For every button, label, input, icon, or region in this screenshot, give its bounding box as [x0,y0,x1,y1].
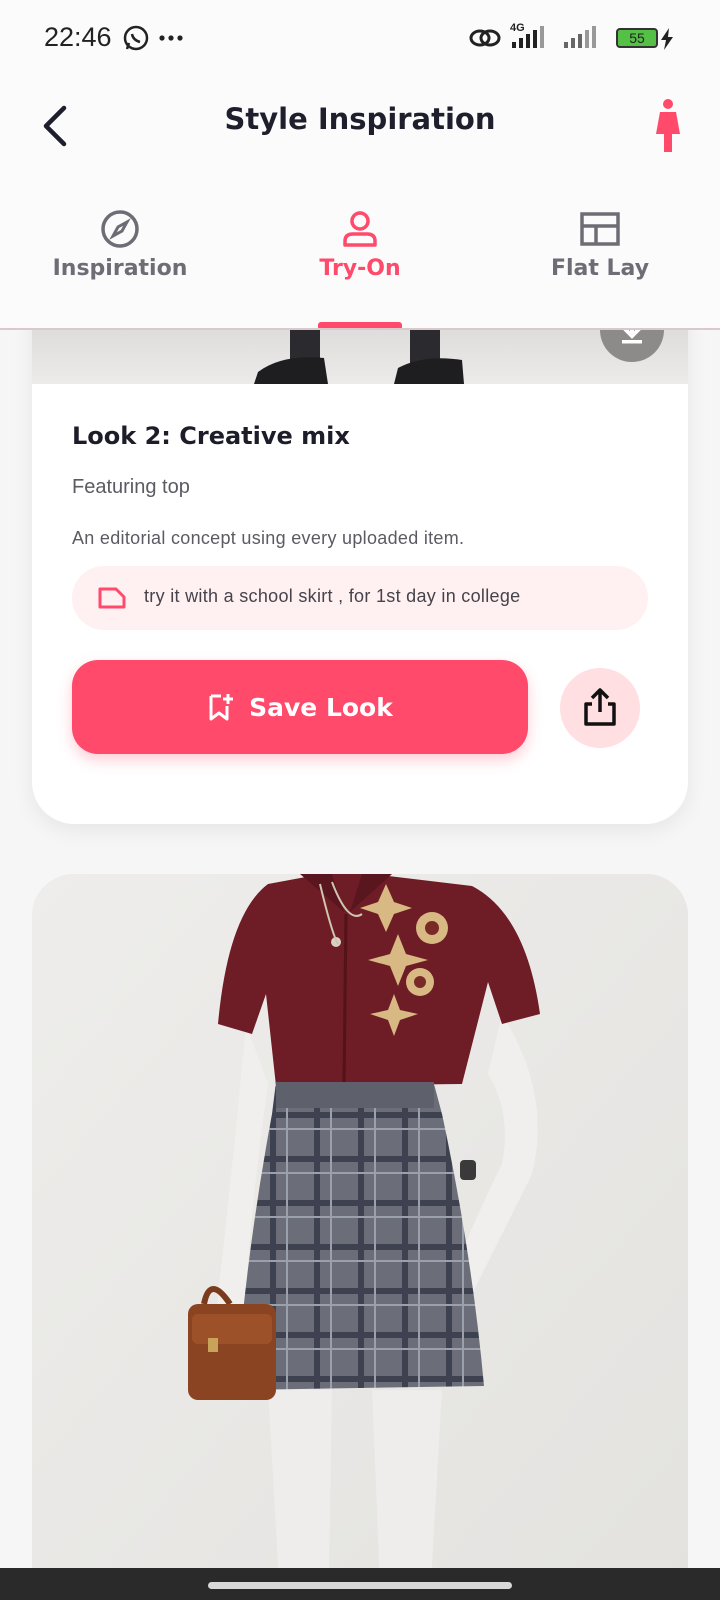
share-button[interactable] [560,668,640,748]
layout-icon [580,212,620,246]
status-bar: 22:46 4G 55 [0,0,720,78]
person-figure-icon [656,99,680,152]
tab-inspiration[interactable]: Inspiration [20,208,220,281]
status-time: 22:46 [44,22,112,52]
link-icon [468,24,502,56]
look-description: An editorial concept using every uploade… [72,528,465,548]
signal-4g-icon: 4G [508,20,554,56]
tab-inspiration-label: Inspiration [52,256,188,281]
mannequin-outfit-photo [32,874,688,1568]
charging-icon [660,28,674,54]
person-icon [343,211,377,247]
look-photo-card[interactable] [32,874,688,1568]
save-look-label: Save Look [249,693,393,722]
app-bar: Style Inspiration [0,78,720,178]
model-button[interactable] [646,96,690,156]
tab-flat-lay[interactable]: Flat Lay [500,208,700,281]
save-look-button[interactable]: Save Look [72,660,528,754]
signal-icon [562,20,598,56]
tab-bar: Inspiration Try-On Flat Lay [0,178,720,330]
tab-indicator [318,322,402,328]
page-title: Style Inspiration [224,102,496,136]
look-image [32,330,688,384]
system-nav-bar [0,1568,720,1600]
look-feature: Featuring top [72,476,190,498]
home-indicator[interactable] [208,1582,512,1589]
label-tag-icon [98,586,126,614]
share-icon [584,688,616,726]
look-card: Look 2: Creative mix Featuring top An ed… [32,330,688,824]
svg-text:4G: 4G [510,22,525,34]
bookmark-add-icon [209,694,234,721]
download-icon [622,330,642,344]
tab-try-on[interactable]: Try-On [260,208,460,281]
look-title: Look 2: Creative mix [72,422,350,450]
download-button[interactable] [600,330,664,362]
prompt-text: try it with a school skirt , for 1st day… [144,586,521,606]
tab-try-on-label: Try-On [319,256,401,281]
prompt-chip: try it with a school skirt , for 1st day… [72,566,648,630]
whatsapp-icon [122,24,150,56]
content-scroll[interactable]: Look 2: Creative mix Featuring top An ed… [0,330,720,1568]
more-dots-icon [158,24,184,56]
tab-flat-lay-label: Flat Lay [550,256,650,281]
battery-icon: 55 [616,28,658,48]
compass-icon [101,210,139,248]
